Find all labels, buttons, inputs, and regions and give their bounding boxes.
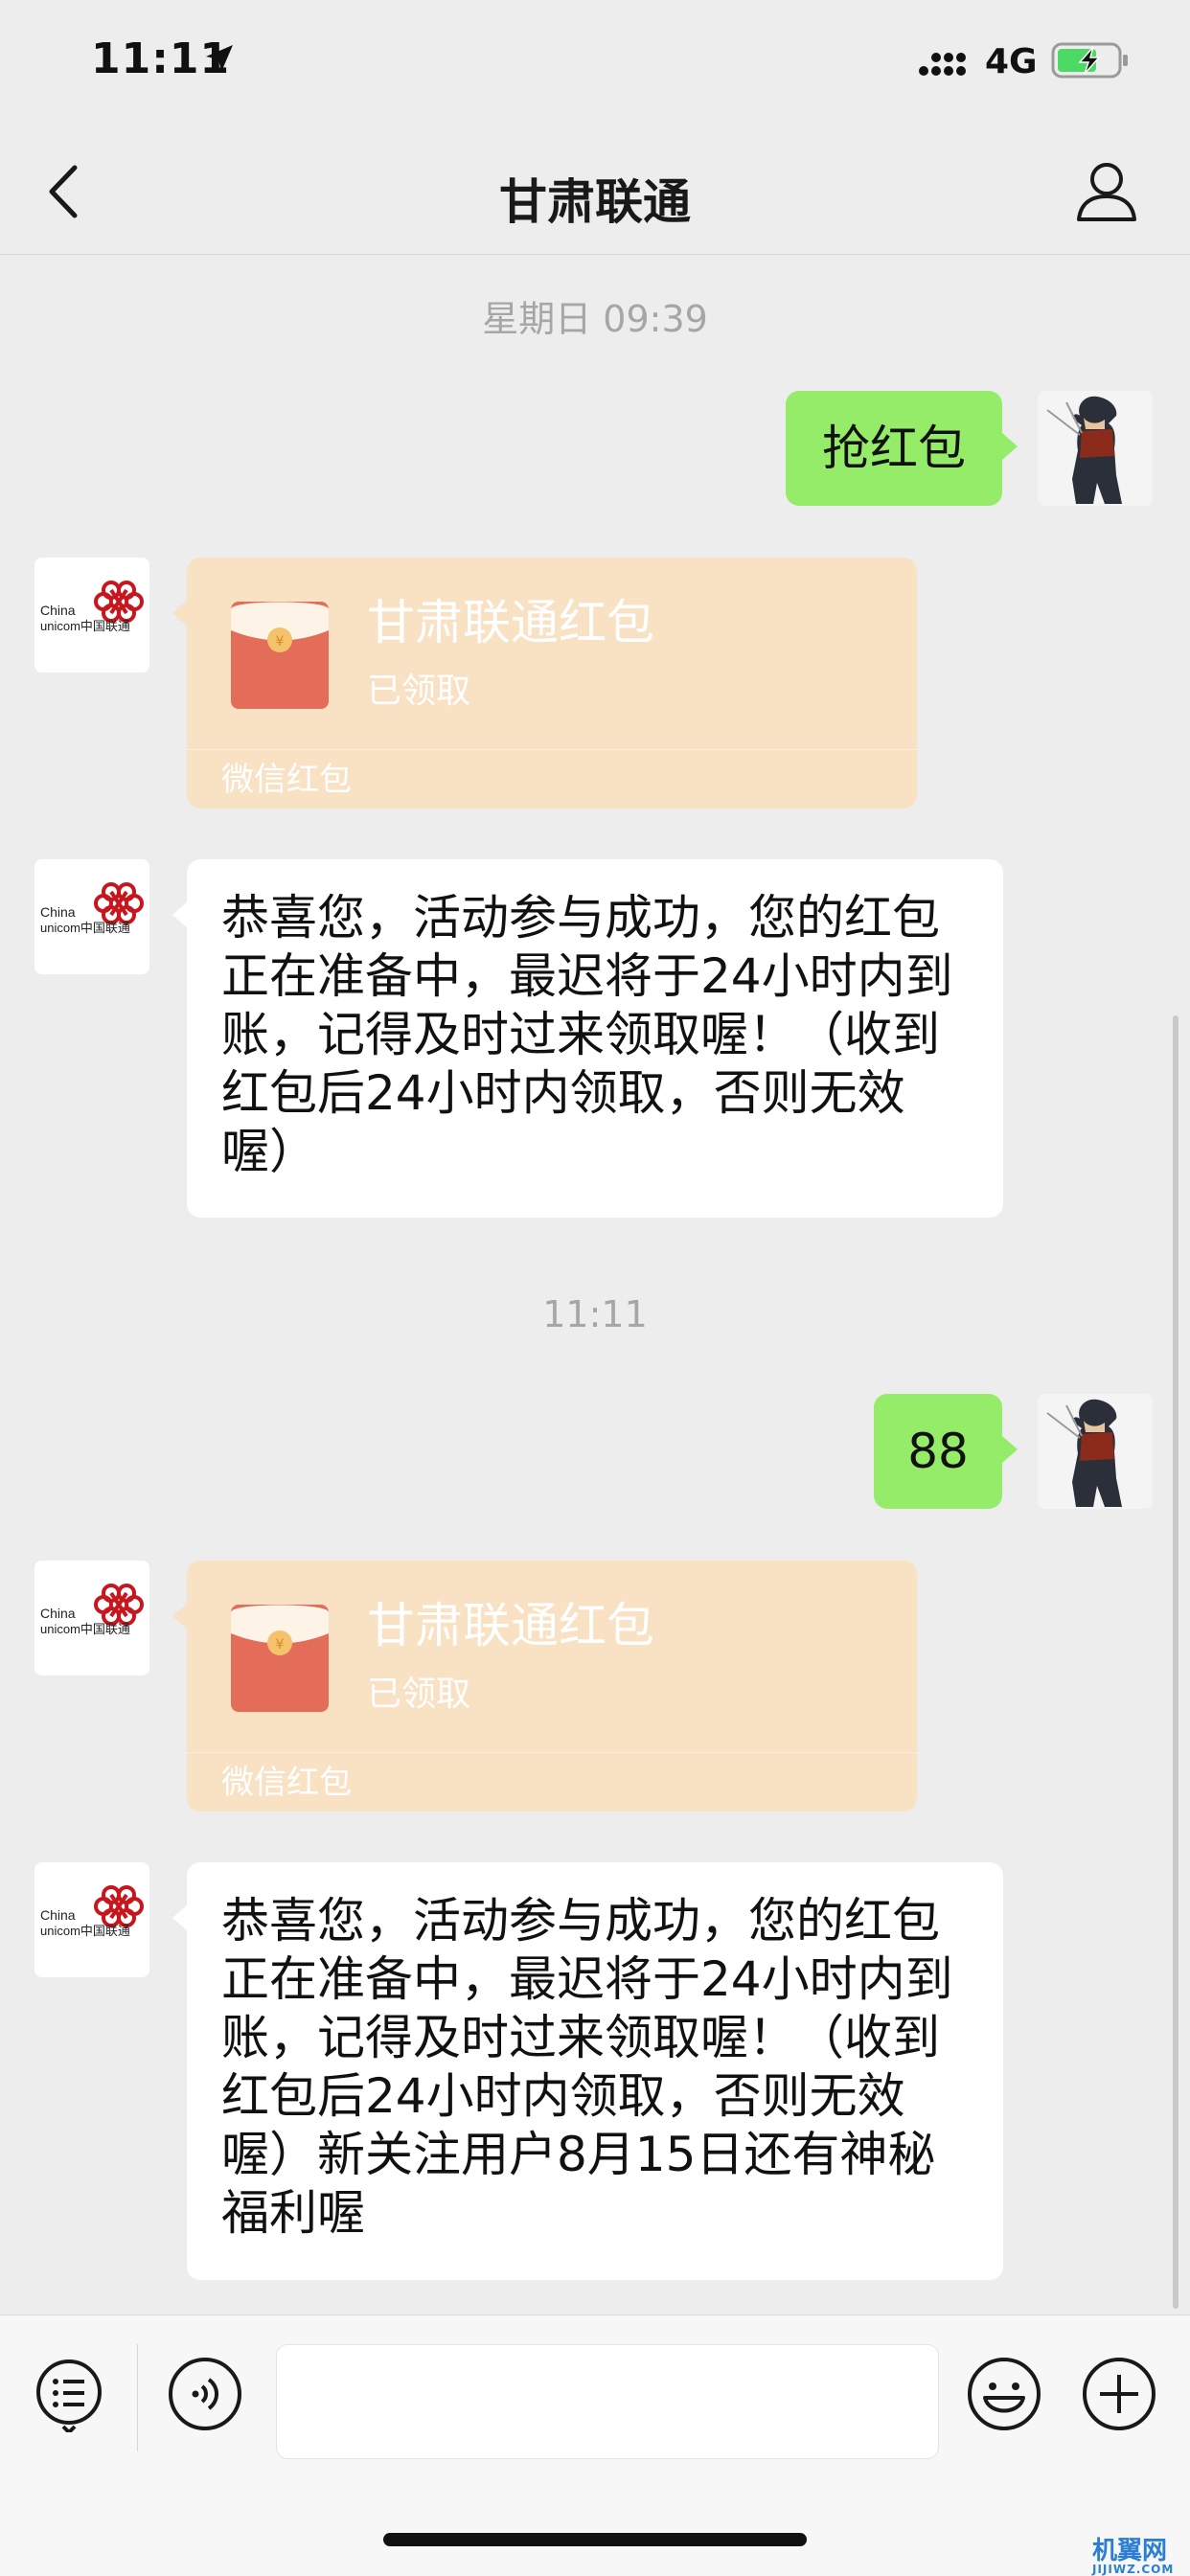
- person-icon[interactable]: [1073, 156, 1140, 225]
- user-avatar-image: [1038, 1394, 1153, 1509]
- unicom-logo: China unicom中国联通: [34, 1561, 149, 1676]
- received-message-bubble[interactable]: 恭喜您，活动参与成功，您的红包正在准备中，最迟将于24小时内到账，记得及时过来领…: [187, 859, 1003, 1218]
- red-packet-title: 甘肃联通红包: [367, 595, 654, 650]
- unicom-avatar[interactable]: China unicom中国联通: [34, 558, 149, 672]
- nav-bar: 甘肃联通: [0, 129, 1190, 255]
- divider: [187, 1752, 917, 1753]
- signal-icon: [919, 53, 966, 76]
- sent-message-bubble[interactable]: 88: [874, 1394, 1002, 1509]
- plus-icon[interactable]: [1081, 2356, 1157, 2432]
- chat-title: 甘肃联通: [499, 174, 691, 230]
- message-text: 88: [907, 1424, 969, 1479]
- scrollbar[interactable]: [1173, 1015, 1179, 2309]
- bubble-tail: [172, 600, 188, 627]
- unicom-logo-text-1: China: [40, 1606, 76, 1621]
- divider: [187, 749, 917, 750]
- voice-icon[interactable]: [167, 2356, 243, 2432]
- svg-text:¥: ¥: [276, 1637, 285, 1653]
- unicom-logo-text-1: China: [40, 603, 76, 618]
- watermark: 机翼网 JIJIWZ.COM: [1092, 2531, 1174, 2576]
- divider: [137, 2344, 138, 2451]
- message-text: 恭喜您，活动参与成功，您的红包正在准备中，最迟将于24小时内到账，记得及时过来领…: [221, 1893, 953, 2241]
- sent-message-bubble[interactable]: 抢红包: [786, 391, 1002, 506]
- red-packet-status: 已领取: [367, 672, 471, 711]
- unicom-logo-text-1: China: [40, 1907, 76, 1923]
- user-avatar-image: [1038, 391, 1153, 506]
- bubble-tail: [172, 901, 188, 928]
- unicom-logo: China unicom中国联通: [34, 1862, 149, 1977]
- unicom-logo-text-2: unicom中国联通: [40, 619, 130, 633]
- message-input[interactable]: [276, 2344, 939, 2459]
- bubble-tail: [1002, 1436, 1018, 1463]
- bubble-tail: [172, 1603, 188, 1630]
- unicom-logo: China unicom中国联通: [34, 859, 149, 974]
- unicom-logo-text-2: unicom中国联通: [40, 1622, 130, 1636]
- received-message-bubble[interactable]: 恭喜您，活动参与成功，您的红包正在准备中，最迟将于24小时内到账，记得及时过来领…: [187, 1862, 1003, 2280]
- svg-text:¥: ¥: [276, 634, 285, 650]
- watermark-sub: JIJIWZ.COM: [1092, 2563, 1175, 2576]
- battery-charging-icon: [1051, 42, 1128, 79]
- timestamp: 星期日 09:39: [482, 298, 708, 340]
- red-packet-footer: 微信红包: [221, 1764, 352, 1802]
- timestamp: 11:11: [542, 1293, 648, 1335]
- red-packet-status: 已领取: [367, 1675, 471, 1714]
- location-arrow-icon: [206, 45, 233, 72]
- menu-list-icon[interactable]: [31, 2356, 107, 2432]
- emoji-icon[interactable]: [966, 2356, 1042, 2432]
- red-packet-icon: ¥: [231, 602, 329, 709]
- status-bar: 11:11 4G: [0, 0, 1190, 129]
- red-packet-footer: 微信红包: [221, 761, 352, 799]
- message-text: 恭喜您，活动参与成功，您的红包正在准备中，最迟将于24小时内到账，记得及时过来领…: [221, 890, 953, 1179]
- bubble-tail: [172, 1904, 188, 1931]
- unicom-logo-text-1: China: [40, 904, 76, 920]
- watermark-text: 机翼网: [1092, 2537, 1168, 2565]
- red-packet-card[interactable]: ¥ 甘肃联通红包 已领取 微信红包: [187, 1561, 917, 1812]
- red-packet-icon: ¥: [231, 1605, 329, 1712]
- unicom-avatar[interactable]: China unicom中国联通: [34, 1862, 149, 1977]
- user-avatar[interactable]: [1038, 391, 1153, 506]
- unicom-avatar[interactable]: China unicom中国联通: [34, 859, 149, 974]
- home-indicator[interactable]: [383, 2533, 807, 2546]
- message-text: 抢红包: [822, 421, 966, 476]
- network-type: 4G: [985, 42, 1038, 81]
- red-packet-title: 甘肃联通红包: [367, 1598, 654, 1653]
- unicom-logo-text-2: unicom中国联通: [40, 1924, 130, 1938]
- user-avatar[interactable]: [1038, 1394, 1153, 1509]
- unicom-avatar[interactable]: China unicom中国联通: [34, 1561, 149, 1676]
- unicom-logo-text-2: unicom中国联通: [40, 921, 130, 935]
- unicom-logo: China unicom中国联通: [34, 558, 149, 672]
- red-packet-card[interactable]: ¥ 甘肃联通红包 已领取 微信红包: [187, 558, 917, 809]
- bubble-tail: [1002, 433, 1018, 460]
